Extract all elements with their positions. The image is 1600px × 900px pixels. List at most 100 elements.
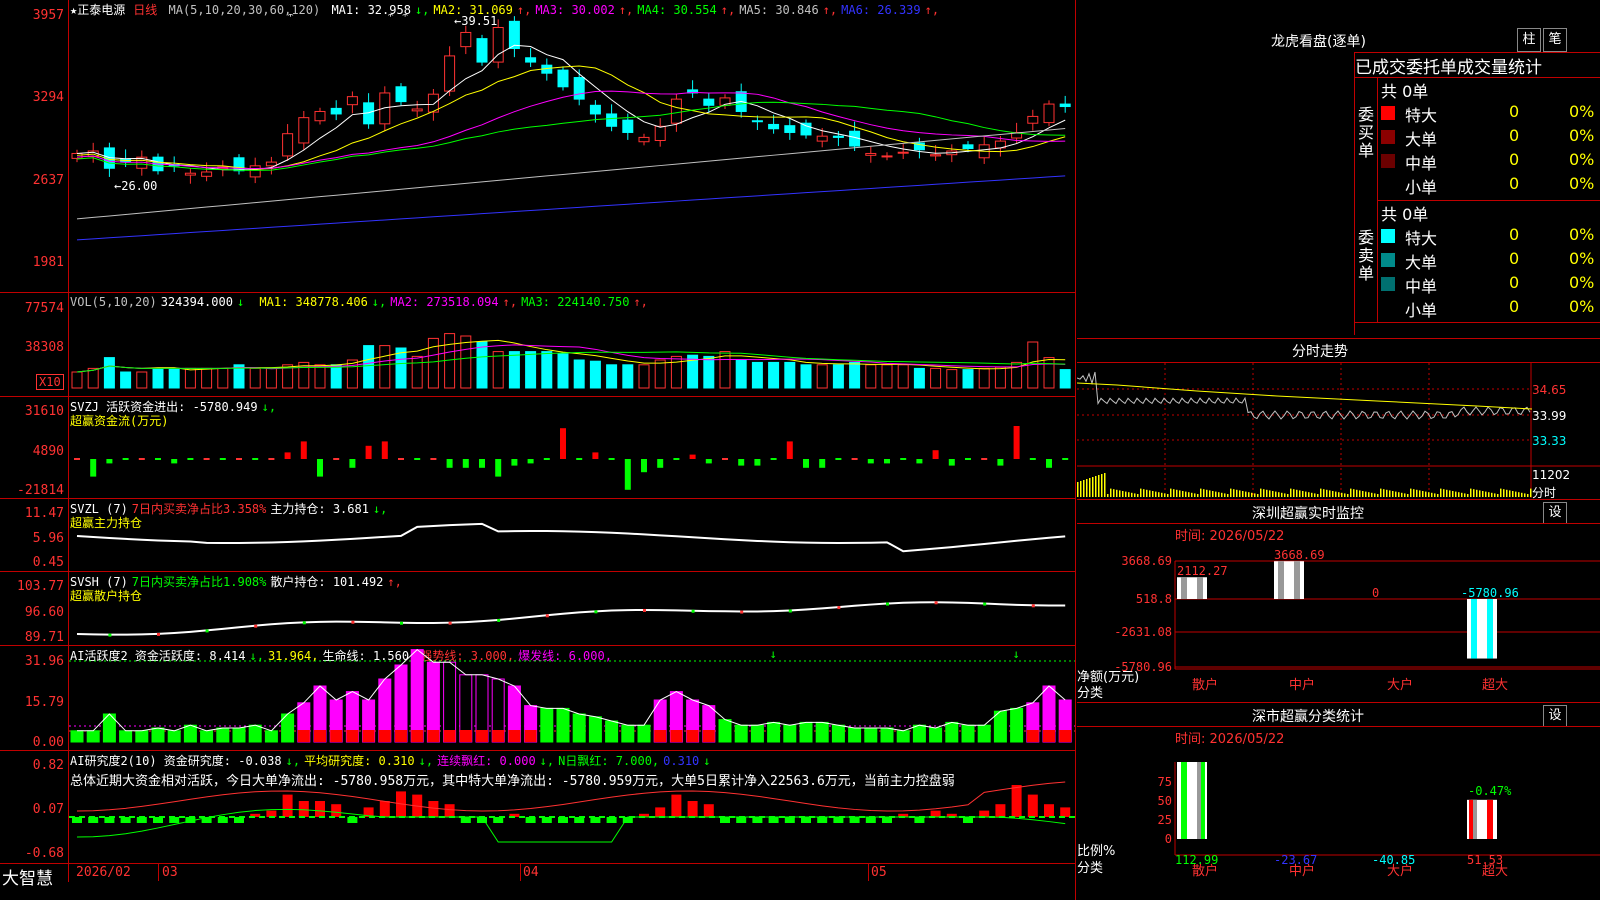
volume-bar bbox=[800, 364, 812, 389]
order-row[interactable]: 特大 0 0% bbox=[1381, 225, 1600, 248]
flow-bar bbox=[965, 458, 971, 460]
volume-tick bbox=[1308, 492, 1310, 497]
flow-bar bbox=[414, 458, 421, 460]
volume-tick bbox=[1329, 490, 1331, 497]
low-mark: ←26.00 bbox=[114, 179, 158, 193]
volume-tick bbox=[1107, 494, 1109, 497]
order-row[interactable]: 小单 0 0% bbox=[1381, 174, 1600, 197]
activity-bar bbox=[119, 730, 133, 743]
volume-tick bbox=[1371, 492, 1373, 497]
activity-bar bbox=[929, 727, 943, 743]
main-holding-chart[interactable] bbox=[69, 499, 1075, 571]
order-row[interactable]: 大单 0 0% bbox=[1381, 126, 1600, 149]
flow-bar bbox=[835, 458, 842, 460]
sell-orders: 委卖单共 0单 特大 0 0% 大单 0 0% 中单 0 0% 小单 0 0% bbox=[1355, 201, 1600, 322]
volume-tick bbox=[1167, 494, 1169, 497]
order-row[interactable]: 大单 0 0% bbox=[1381, 249, 1600, 272]
activity-bar bbox=[216, 727, 230, 743]
volume-tick bbox=[1350, 488, 1352, 497]
volume-bar bbox=[525, 351, 537, 389]
order-type: 特大 bbox=[1405, 106, 1438, 125]
order-count: 0 bbox=[1509, 174, 1520, 193]
volume-tick bbox=[1359, 490, 1361, 497]
order-percent: 0% bbox=[1569, 150, 1595, 169]
volume-tick bbox=[1134, 493, 1136, 497]
holding-dot bbox=[934, 601, 938, 605]
volume-chart[interactable] bbox=[69, 310, 1075, 396]
monitor-settings-button[interactable]: 设 bbox=[1543, 502, 1567, 524]
volume-tick bbox=[1260, 488, 1262, 497]
x-label: 2026/02 bbox=[76, 865, 131, 880]
tab-volume-stats[interactable]: 成交量统计 bbox=[1457, 58, 1542, 78]
volume-tick bbox=[1503, 489, 1505, 497]
class-chart[interactable]: 7550250散户112.99中户-23.67大户-40.85超大51.53-0… bbox=[1077, 727, 1600, 900]
candlestick-chart[interactable]: * * * bbox=[69, 14, 1075, 292]
volume-tick bbox=[1113, 489, 1115, 497]
bar-view-button[interactable]: 柱 bbox=[1517, 28, 1541, 52]
volume-tick bbox=[1164, 493, 1166, 497]
order-type: 中单 bbox=[1405, 277, 1438, 296]
volume-bar bbox=[87, 367, 99, 389]
volume-bar bbox=[265, 367, 277, 389]
order-row[interactable]: 中单 0 0% bbox=[1381, 150, 1600, 173]
holding-dot bbox=[400, 621, 403, 625]
vol-unit[interactable]: X10 bbox=[36, 374, 64, 390]
category-label: 散户 bbox=[1192, 677, 1218, 693]
volume-tick bbox=[1485, 491, 1487, 497]
candle-body bbox=[573, 77, 585, 100]
volume-tick bbox=[1263, 489, 1265, 497]
tab-orders[interactable]: 委托单 bbox=[1406, 58, 1457, 78]
volume-tick bbox=[1146, 489, 1148, 497]
y-tick: 31610 bbox=[24, 404, 64, 419]
order-row[interactable]: 中单 0 0% bbox=[1381, 273, 1600, 296]
color-swatch bbox=[1381, 229, 1395, 243]
ma-line bbox=[76, 175, 1066, 241]
y-tick: 0.82 bbox=[32, 758, 64, 773]
trend-arrow: ↓, bbox=[371, 295, 387, 309]
signal-arrow: ↓ bbox=[770, 647, 777, 661]
research-bar bbox=[315, 801, 325, 817]
volume-tick bbox=[1368, 492, 1370, 497]
volume-tick bbox=[1344, 493, 1346, 497]
research-bar bbox=[1027, 794, 1038, 817]
volume-tick bbox=[1302, 491, 1304, 497]
monitor-chart[interactable]: 3668.69 518.8 -2631.08 -5780.96 散户 2112.27 中户 3… bbox=[1077, 524, 1600, 702]
activity-base bbox=[670, 730, 683, 742]
app-logo[interactable]: 大智慧 bbox=[2, 864, 53, 889]
volume-tick bbox=[1428, 492, 1430, 497]
tick-view-button[interactable]: 笔 bbox=[1543, 28, 1567, 52]
activity-bar bbox=[848, 727, 862, 743]
holding-dot bbox=[157, 632, 160, 636]
class-settings-button[interactable]: 设 bbox=[1543, 705, 1567, 727]
candle-body bbox=[751, 120, 763, 123]
order-row[interactable]: 小单 0 0% bbox=[1381, 297, 1600, 320]
volume-tick bbox=[1497, 494, 1499, 497]
order-total: 共 0单 bbox=[1381, 82, 1429, 101]
y-tick: -2631.08 bbox=[1114, 625, 1172, 639]
fund-flow-chart[interactable] bbox=[69, 397, 1075, 498]
intraday-chart[interactable] bbox=[1077, 363, 1600, 498]
order-row[interactable]: 特大 0 0% bbox=[1381, 102, 1600, 125]
chart-area[interactable]: ★正泰电源 日线 MA(5,10,20,30,60,120) MA1: 32.95… bbox=[0, 0, 1076, 900]
retail-holding-chart[interactable] bbox=[69, 572, 1075, 645]
y-tick: 25 bbox=[1158, 813, 1172, 827]
volume-tick bbox=[1203, 489, 1205, 497]
trend-arrow: ↑, bbox=[502, 295, 518, 309]
holding-dot bbox=[205, 629, 209, 633]
candle-body bbox=[897, 151, 909, 154]
flow-bar bbox=[786, 441, 793, 459]
flow-bar bbox=[932, 450, 939, 459]
candle-body bbox=[1043, 103, 1055, 124]
volume-tick bbox=[1491, 492, 1493, 497]
volume-tick bbox=[1266, 489, 1268, 497]
candle-body bbox=[476, 38, 488, 63]
flow-bar bbox=[608, 458, 615, 460]
tab-executed[interactable]: 已成交 bbox=[1355, 58, 1406, 78]
y-tick: -21814 bbox=[17, 483, 64, 498]
ai-research-chart[interactable] bbox=[69, 751, 1075, 863]
volume-tick bbox=[1290, 488, 1292, 497]
holding-dot bbox=[643, 608, 646, 612]
flow-bar bbox=[284, 452, 291, 459]
ai-activity-chart[interactable]: ↓ ↓ bbox=[69, 646, 1075, 750]
order-type: 小单 bbox=[1405, 301, 1438, 320]
